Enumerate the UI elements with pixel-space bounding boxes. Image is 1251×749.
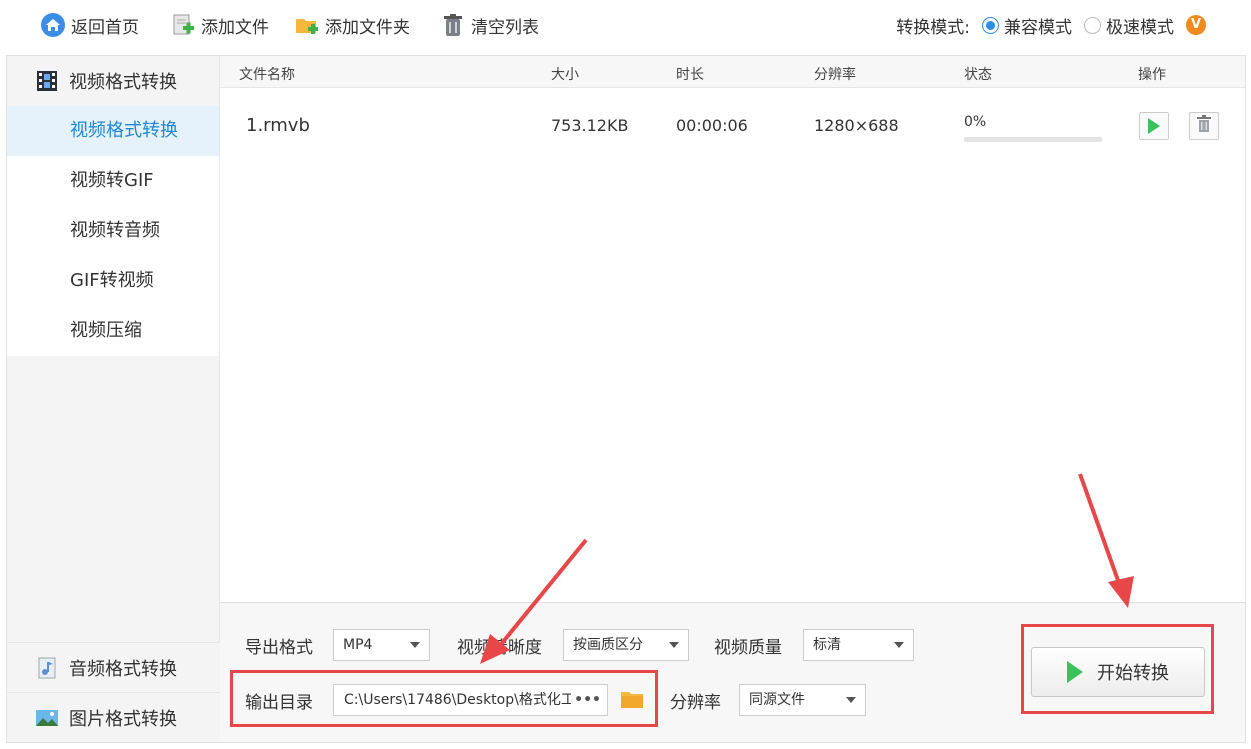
add-file-button[interactable]: 添加文件 — [170, 10, 269, 40]
highlight-box-start-button — [1021, 624, 1214, 714]
add-file-label: 添加文件 — [201, 17, 269, 38]
home-icon — [40, 12, 66, 38]
sidebar: 视频格式转换 视频格式转换 视频转GIF 视频转音频 GIF转视频 视频压缩 音… — [7, 56, 220, 742]
export-format-select[interactable]: MP4 — [333, 629, 430, 661]
mode-fast-radio[interactable] — [1084, 16, 1101, 34]
mode-fast-label[interactable]: 极速模式 — [1106, 13, 1174, 38]
clear-list-button[interactable]: 清空列表 — [440, 10, 539, 40]
column-actions: 操作 — [1138, 67, 1166, 83]
trash-can-icon — [440, 12, 466, 38]
sidebar-section-audio-label: 音频格式转换 — [69, 658, 177, 680]
sidebar-item-video-compress[interactable]: 视频压缩 — [7, 306, 219, 356]
quality-select[interactable]: 标清 — [803, 629, 914, 661]
table-row[interactable]: 1.rmvb 753.12KB 00:00:06 1280×688 0% — [220, 96, 1245, 156]
toolbar: 返回首页 添加文件 添加文件夹 清空列表 转换模式: 兼容模式 极速模式 V — [0, 0, 1251, 50]
quality-value: 标清 — [813, 637, 841, 653]
home-label: 返回首页 — [71, 17, 139, 38]
clear-list-label: 清空列表 — [471, 17, 539, 38]
column-file-name: 文件名称 — [239, 67, 295, 83]
column-resolution: 分辨率 — [814, 67, 856, 83]
add-folder-button[interactable]: 添加文件夹 — [294, 10, 410, 40]
home-button[interactable]: 返回首页 — [40, 10, 139, 40]
resolution-label: 分辨率 — [670, 693, 721, 713]
chevron-down-icon — [410, 642, 420, 648]
delete-button[interactable] — [1189, 112, 1219, 140]
sidebar-section-video-label: 视频格式转换 — [69, 72, 177, 93]
mode-compatible-radio[interactable] — [982, 16, 999, 34]
sidebar-item-video-format[interactable]: 视频格式转换 — [7, 106, 219, 156]
chevron-down-icon — [894, 642, 904, 648]
sidebar-item-gif-to-video[interactable]: GIF转视频 — [7, 256, 219, 306]
export-format-value: MP4 — [343, 637, 373, 653]
column-duration: 时长 — [676, 67, 704, 83]
clarity-select[interactable]: 按画质区分 — [563, 629, 689, 661]
highlight-box-output-dir — [230, 670, 658, 727]
resolution-select[interactable]: 同源文件 — [739, 684, 866, 716]
quality-label: 视频质量 — [714, 638, 782, 658]
chevron-down-icon — [846, 697, 856, 703]
image-icon — [35, 706, 59, 730]
sidebar-item-video-to-audio[interactable]: 视频转音频 — [7, 206, 219, 256]
mode-compatible-label[interactable]: 兼容模式 — [1004, 13, 1072, 38]
file-resolution: 1280×688 — [814, 116, 899, 135]
clarity-label: 视频清晰度 — [457, 638, 542, 658]
audio-file-icon — [35, 656, 59, 680]
play-icon — [1148, 118, 1160, 134]
file-name: 1.rmvb — [246, 115, 310, 136]
add-folder-icon — [294, 12, 320, 38]
sidebar-section-video[interactable]: 视频格式转换 — [7, 56, 219, 106]
film-icon — [35, 69, 59, 93]
mode-label: 转换模式: — [896, 17, 970, 38]
chevron-down-icon — [669, 642, 679, 648]
export-format-label: 导出格式 — [245, 638, 313, 658]
column-status: 状态 — [964, 67, 992, 83]
play-button[interactable] — [1139, 112, 1169, 140]
vip-badge-icon[interactable]: V — [1186, 15, 1206, 35]
add-folder-label: 添加文件夹 — [325, 17, 410, 38]
sidebar-item-video-to-gif[interactable]: 视频转GIF — [7, 156, 219, 206]
resolution-value: 同源文件 — [749, 692, 805, 708]
column-size: 大小 — [551, 67, 579, 83]
conversion-mode: 转换模式: 兼容模式 极速模式 V — [896, 12, 1206, 38]
file-duration: 00:00:06 — [676, 116, 748, 135]
file-table-header: 文件名称 大小 时长 分辨率 状态 操作 — [220, 56, 1245, 88]
arrow-to-start-button — [1078, 473, 1122, 587]
sidebar-section-image-label: 图片格式转换 — [69, 708, 177, 730]
sidebar-section-audio[interactable]: 音频格式转换 — [7, 642, 220, 692]
add-file-icon — [170, 12, 196, 38]
file-status: 0% — [964, 114, 987, 130]
file-size: 753.12KB — [551, 116, 629, 135]
clarity-value: 按画质区分 — [573, 637, 643, 653]
trash-icon — [1196, 115, 1212, 137]
progress-bar — [964, 137, 1102, 142]
sidebar-section-image[interactable]: 图片格式转换 — [7, 692, 220, 742]
